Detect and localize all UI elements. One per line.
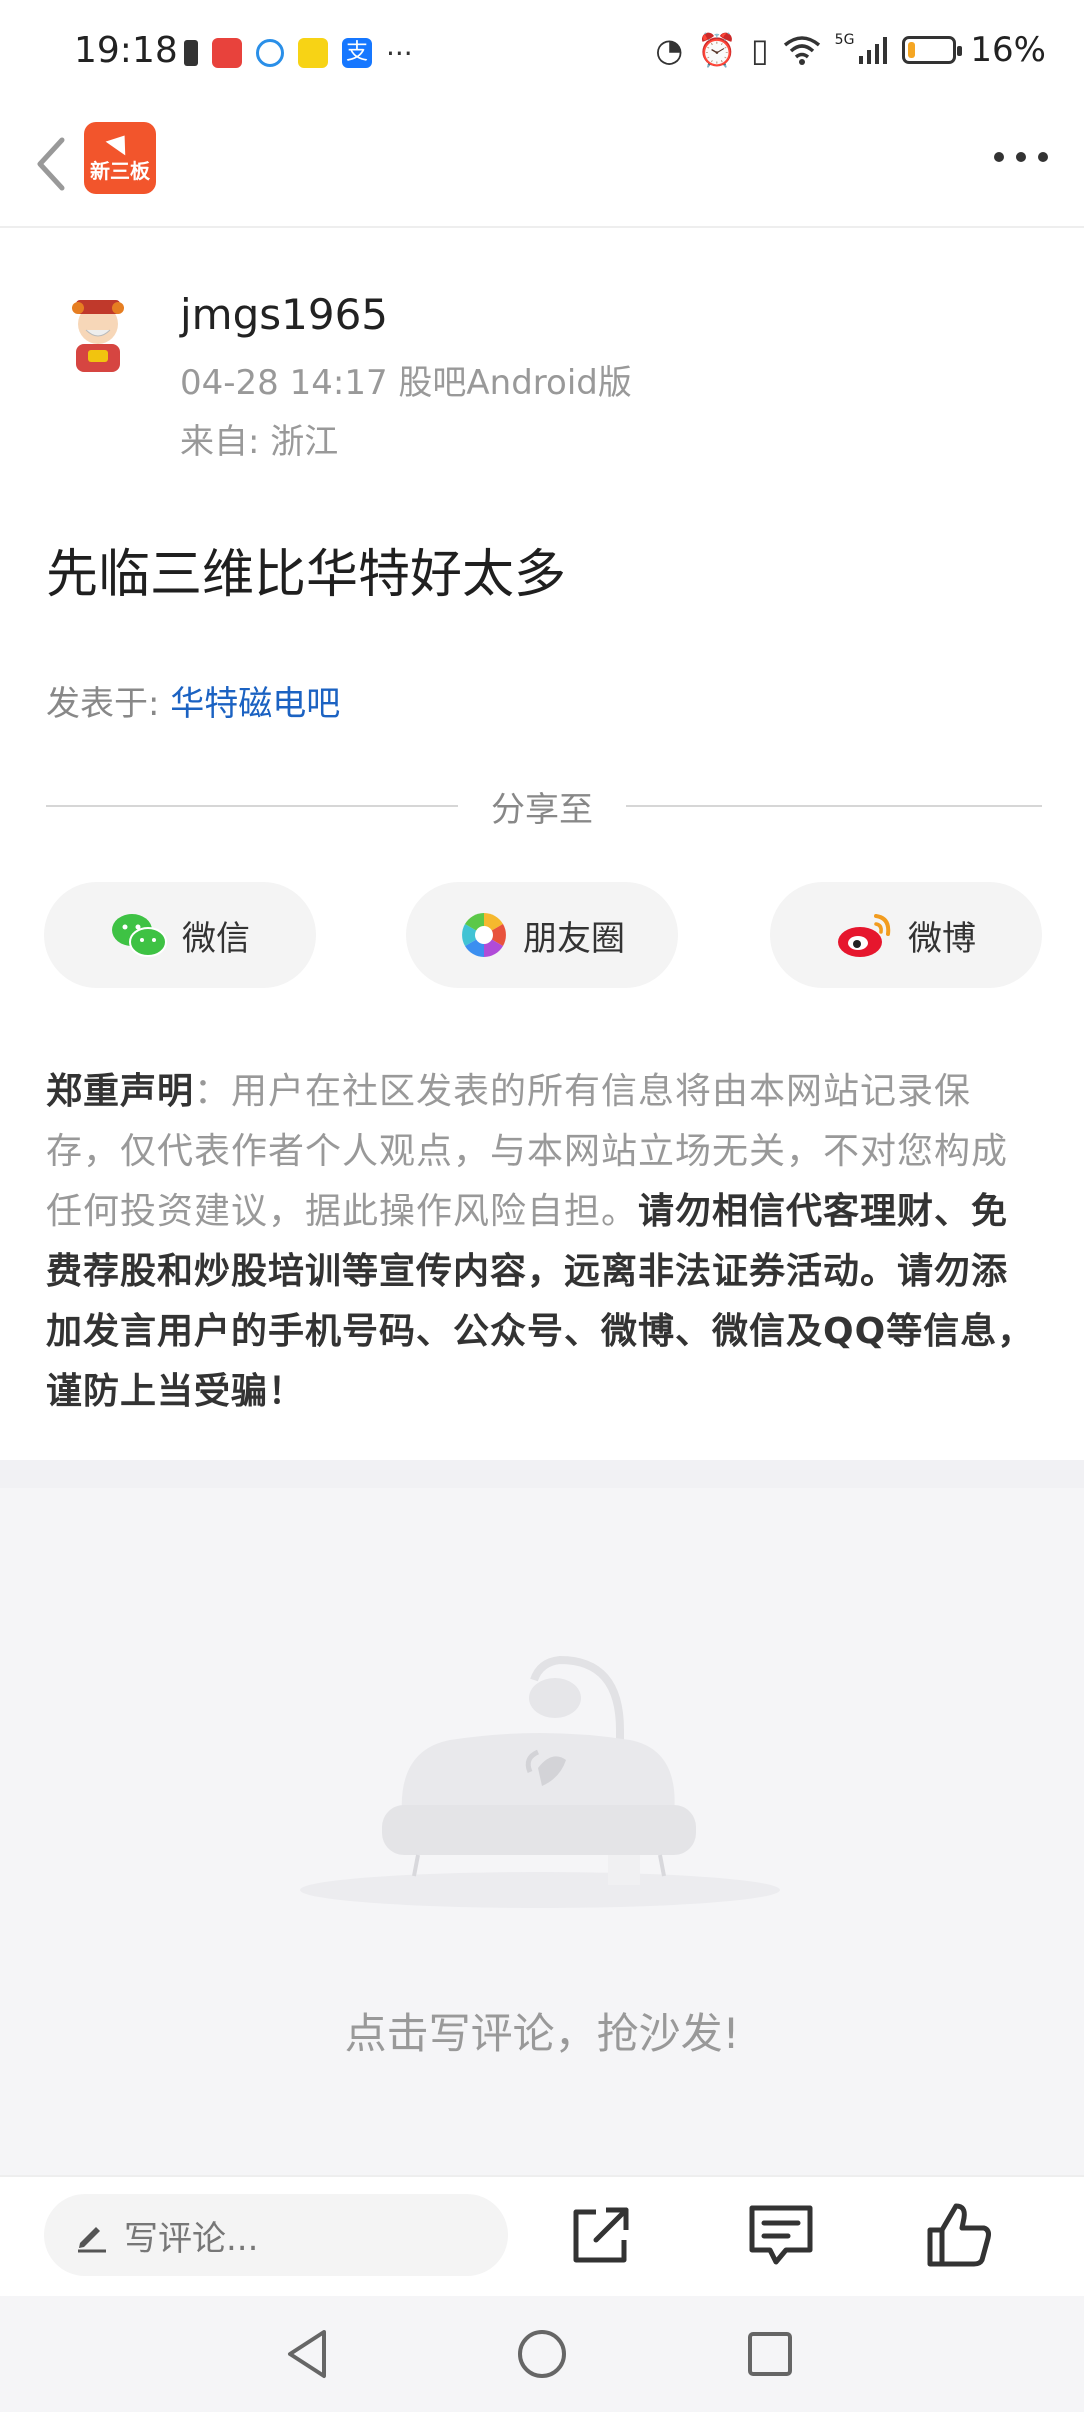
nav-home-icon[interactable] [516, 2328, 568, 2380]
wechat-icon [112, 914, 167, 957]
disclaimer-colon: ： [194, 1071, 232, 1112]
avatar[interactable] [56, 294, 140, 378]
share-divider-left [46, 805, 458, 807]
battery-icon [902, 36, 963, 64]
nav-recents-icon[interactable] [746, 2330, 794, 2378]
alipay-icon: 支 [342, 38, 372, 68]
share-divider-right [626, 805, 1042, 807]
empty-comment-prompt[interactable]: 点击写评论，抢沙发! [0, 2000, 1084, 2061]
signal-icon [859, 37, 888, 64]
share-wechat-label: 微信 [182, 918, 250, 959]
more-dots-icon[interactable] [994, 152, 1048, 162]
wifi-icon [783, 36, 820, 65]
post-meta-location: 来自: 浙江 [180, 422, 339, 462]
author-name[interactable]: jmgs1965 [180, 290, 388, 339]
share-wechat-button[interactable]: 微信 [44, 882, 316, 988]
share-icon[interactable] [566, 2200, 636, 2270]
pencil-icon [78, 2227, 106, 2253]
disclaimer: 郑重声明：用户在社区发表的所有信息将由本网站记录保存，仅代表作者个人观点，与本网… [46, 1062, 1042, 1422]
battery-fill [908, 42, 916, 58]
system-nav-bar [0, 2296, 1084, 2412]
status-bar: 19:18 支 ··· ◔ ⏰ ▯ 5G 16% [0, 0, 1084, 100]
share-weibo-label: 微博 [908, 918, 976, 959]
share-moments-label: 朋友圈 [523, 918, 625, 959]
share-moments-button[interactable]: 朋友圈 [406, 882, 678, 988]
chat-icon [256, 39, 284, 67]
empty-sofa-illustration [300, 1655, 780, 1908]
weibo-icon [838, 914, 891, 957]
disclaimer-heading: 郑重声明 [46, 1071, 195, 1112]
app-header: 新三板 [0, 100, 1084, 228]
alarm-icon: ⏰ [697, 31, 738, 69]
status-right: ◔ ⏰ ▯ 5G 16% [655, 30, 1046, 70]
comment-placeholder: 写评论... [124, 2218, 259, 2259]
post-title: 先临三维比华特好太多 [46, 545, 567, 605]
board-link[interactable]: 华特磁电吧 [170, 684, 340, 724]
battery-percent: 16% [970, 30, 1046, 70]
battery-saver-icon [184, 40, 198, 66]
like-icon[interactable] [924, 2200, 994, 2270]
network-label: 5G [834, 32, 855, 48]
section-divider [0, 1460, 1084, 1488]
comment-input[interactable]: 写评论... [44, 2194, 508, 2276]
posted-in-label: 发表于: [46, 684, 160, 724]
logo-plane-icon [105, 128, 135, 156]
vibrate-icon: ▯ [751, 31, 769, 69]
logo-text: 新三板 [90, 159, 150, 183]
app-logo[interactable]: 新三板 [84, 122, 156, 194]
mail-icon [298, 38, 328, 68]
status-time: 19:18 [74, 30, 178, 71]
app-icon [212, 38, 242, 68]
comment-icon[interactable] [746, 2200, 816, 2270]
back-chevron-icon[interactable] [26, 134, 78, 194]
share-weibo-button[interactable]: 微博 [770, 882, 1042, 988]
share-label: 分享至 [491, 790, 593, 830]
nfc-icon: ◔ [655, 31, 684, 69]
moments-icon [462, 913, 506, 957]
notification-icons: 支 ··· [184, 33, 413, 73]
more-dots-icon: ··· [386, 36, 413, 70]
nav-back-icon[interactable] [284, 2328, 330, 2380]
posted-in: 发表于: 华特磁电吧 [46, 676, 340, 725]
post-meta-time: 04-28 14:17 股吧Android版 [180, 363, 632, 403]
